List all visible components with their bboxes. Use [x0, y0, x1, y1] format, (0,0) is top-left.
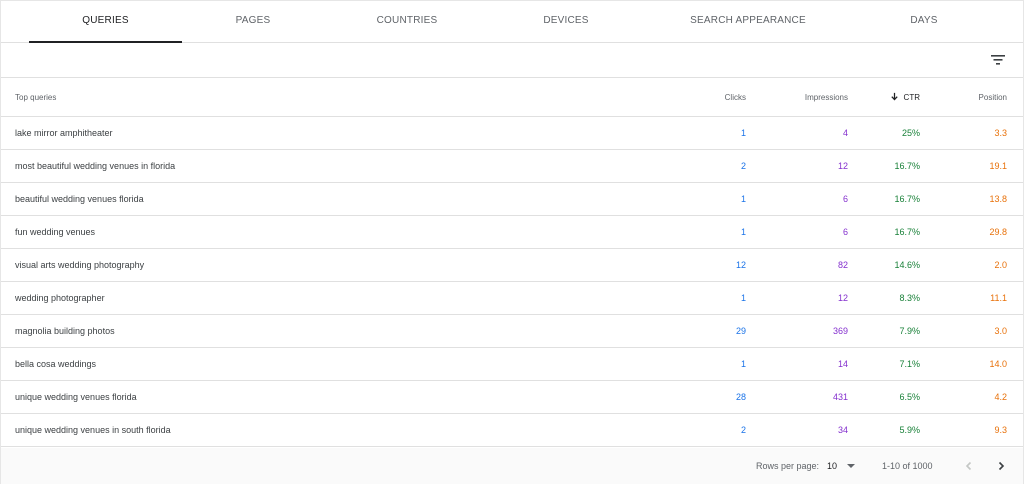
table-toolbar	[1, 43, 1023, 78]
chevron-left-icon[interactable]	[959, 456, 979, 476]
table-pagination: Rows per page: 10 1-10 of 1000	[1, 448, 1023, 484]
query-cell: beautiful wedding venues florida	[15, 194, 144, 204]
table-row[interactable]: beautiful wedding venues florida 1 6 16.7% 1…	[1, 183, 1023, 216]
table-row[interactable]: wedding photographer 1 12 8.3% 11.1	[1, 282, 1023, 315]
impressions-cell: 12	[837, 293, 848, 303]
filter-list-icon[interactable]	[987, 49, 1009, 71]
ctr-cell: 14.6%	[894, 260, 920, 270]
clicks-cell: 1	[740, 359, 746, 369]
ctr-cell: 16.7%	[894, 227, 920, 237]
column-header-ctr[interactable]: CTR	[860, 79, 920, 116]
pagination-range: 1-10 of 1000	[882, 461, 933, 471]
ctr-cell: 16.7%	[894, 161, 920, 171]
position-cell: 11.1	[990, 293, 1007, 303]
table-row[interactable]: most beautiful wedding venues in florida…	[1, 150, 1023, 183]
ctr-cell: 7.9%	[899, 326, 920, 336]
rows-per-page-select[interactable]: 10	[827, 448, 856, 484]
clicks-cell: 1	[740, 293, 746, 303]
position-cell: 2.0	[994, 260, 1007, 270]
query-cell: visual arts wedding photography	[15, 260, 145, 270]
table-row[interactable]: magnolia building photos 29 369 7.9% 3.0	[1, 315, 1023, 348]
query-cell: unique wedding venues florida	[15, 392, 137, 402]
tab-devices[interactable]: DEVICES	[510, 1, 622, 43]
dropdown-caret-icon	[847, 464, 856, 468]
arrow-down-icon	[890, 92, 899, 103]
tab-label: QUERIES	[82, 15, 129, 26]
position-cell: 4.2	[994, 392, 1007, 402]
chevron-right-icon[interactable]	[991, 456, 1011, 476]
tab-search-appearance[interactable]: SEARCH APPEARANCE	[673, 1, 823, 43]
tab-label: COUNTRIES	[376, 15, 438, 26]
rows-per-page-value: 10	[827, 461, 838, 471]
position-cell: 9.3	[994, 425, 1007, 435]
clicks-cell: 2	[740, 161, 746, 171]
query-cell: fun wedding venues	[15, 227, 96, 237]
ctr-cell: 25%	[901, 128, 920, 138]
impressions-cell: 34	[837, 425, 848, 435]
table-row[interactable]: unique wedding venues in south florida 2 3…	[1, 414, 1023, 447]
ctr-cell: 16.7%	[894, 194, 920, 204]
rows-per-page-label: Rows per page:	[756, 461, 820, 471]
position-cell: 29.8	[989, 227, 1007, 237]
query-cell: most beautiful wedding venues in florida	[15, 161, 176, 171]
position-cell: 3.3	[994, 128, 1007, 138]
clicks-cell: 1	[740, 227, 746, 237]
tab-queries[interactable]: QUERIES	[29, 1, 182, 43]
query-cell: magnolia building photos	[15, 326, 115, 336]
table-row[interactable]: unique wedding venues florida 28 431 6.5% 4.…	[1, 381, 1023, 414]
clicks-cell: 28	[735, 392, 746, 402]
position-cell: 3.0	[994, 326, 1007, 336]
clicks-cell: 2	[740, 425, 746, 435]
ctr-cell: 8.3%	[899, 293, 920, 303]
tab-days[interactable]: DAYS	[868, 1, 980, 43]
column-header-position[interactable]: Position	[947, 79, 1007, 116]
impressions-cell: 14	[837, 359, 848, 369]
impressions-cell: 12	[837, 161, 848, 171]
clicks-cell: 1	[740, 128, 746, 138]
table-row[interactable]: bella cosa weddings 1 14 7.1% 14.0	[1, 348, 1023, 381]
query-cell: unique wedding venues in south florida	[15, 425, 171, 435]
column-header-clicks[interactable]: Clicks	[666, 79, 746, 116]
column-header-top-queries: Top queries	[15, 93, 57, 102]
impressions-cell: 369	[832, 326, 848, 336]
tab-countries[interactable]: COUNTRIES	[351, 1, 463, 43]
query-cell: bella cosa weddings	[15, 359, 97, 369]
clicks-cell: 12	[735, 260, 746, 270]
tab-pages[interactable]: PAGES	[197, 1, 309, 43]
impressions-cell: 431	[832, 392, 848, 402]
query-cell: lake mirror amphitheater	[15, 128, 113, 138]
tab-label: DEVICES	[543, 15, 589, 26]
impressions-cell: 6	[842, 194, 848, 204]
query-cell: wedding photographer	[15, 293, 105, 303]
column-header-label: CTR	[903, 93, 920, 102]
impressions-cell: 4	[842, 128, 848, 138]
dimension-tabs: QUERIES PAGES COUNTRIES DEVICES SEARCH A…	[1, 1, 1023, 43]
queries-table: Top queries Clicks Impressions CTR Posit…	[1, 79, 1023, 447]
ctr-cell: 5.9%	[899, 425, 920, 435]
position-cell: 19.1	[989, 161, 1007, 171]
performance-report-card: QUERIES PAGES COUNTRIES DEVICES SEARCH A…	[0, 0, 1024, 484]
table-row[interactable]: visual arts wedding photography 12 82 14.6%…	[1, 249, 1023, 282]
position-cell: 14.0	[989, 359, 1007, 369]
position-cell: 13.8	[989, 194, 1007, 204]
impressions-cell: 82	[837, 260, 848, 270]
ctr-cell: 7.1%	[899, 359, 920, 369]
tab-label: SEARCH APPEARANCE	[690, 15, 806, 26]
clicks-cell: 29	[735, 326, 746, 336]
table-body: lake mirror amphitheater 1 4 25% 3.3 most bea…	[1, 117, 1023, 447]
clicks-cell: 1	[740, 194, 746, 204]
impressions-cell: 6	[842, 227, 848, 237]
ctr-cell: 6.5%	[899, 392, 920, 402]
tab-label: PAGES	[235, 15, 271, 26]
table-header-row: Top queries Clicks Impressions CTR Posit…	[1, 79, 1023, 117]
tab-label: DAYS	[910, 15, 938, 26]
table-row[interactable]: lake mirror amphitheater 1 4 25% 3.3	[1, 117, 1023, 150]
column-header-impressions[interactable]: Impressions	[768, 79, 848, 116]
table-row[interactable]: fun wedding venues 1 6 16.7% 29.8	[1, 216, 1023, 249]
